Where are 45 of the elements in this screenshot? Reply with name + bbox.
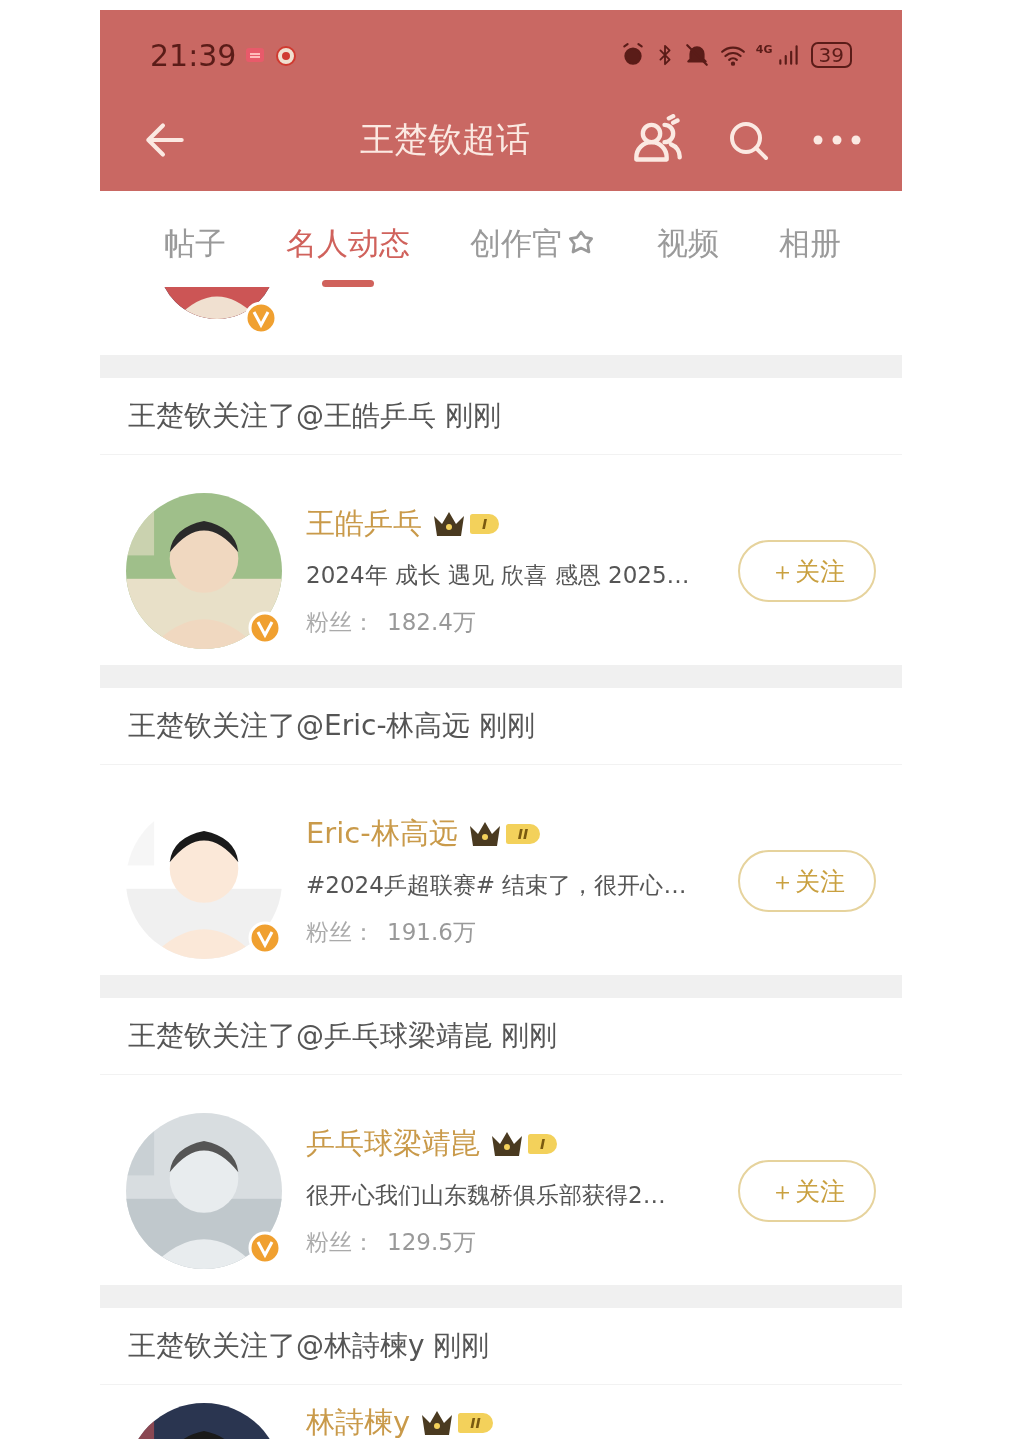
tab[interactable]: 创作官	[470, 223, 597, 287]
activity-text: 王楚钦关注了@乒乓球梁靖崑 刚刚	[100, 998, 902, 1075]
user-name[interactable]: Eric-林高远	[306, 814, 458, 854]
crown-icon	[467, 820, 502, 848]
verified-icon	[244, 301, 278, 335]
verified-icon	[248, 611, 282, 645]
fans-label: 粉丝：	[306, 1228, 375, 1257]
level-badge: II	[458, 1413, 493, 1433]
level-badge: I	[528, 1134, 558, 1154]
fans-count: 182.4万	[387, 608, 476, 637]
level-badge: I	[470, 514, 500, 534]
bio-text: #2024乒超联赛# 结束了，很开心…	[306, 871, 688, 900]
status-time: 21:39	[150, 37, 237, 73]
level-badge: II	[505, 824, 541, 844]
crown-icon	[432, 510, 466, 538]
activity-text: 王楚钦关注了@Eric-林高远 刚刚	[100, 688, 902, 765]
fans-label: 粉丝：	[306, 918, 375, 947]
user-name[interactable]: 林詩楝y	[306, 1403, 411, 1439]
muted-bell-icon	[683, 42, 710, 68]
app-notification-icon	[274, 43, 299, 67]
crown-icon	[420, 1409, 455, 1437]
network-type: 4G	[755, 42, 773, 56]
follow-button[interactable]: ＋关注	[738, 850, 876, 912]
battery-level: 39	[810, 42, 852, 68]
follow-button[interactable]: ＋关注	[738, 1160, 876, 1222]
more-icon	[812, 134, 862, 146]
verified-icon	[248, 1231, 282, 1265]
crown-icon	[490, 1130, 524, 1158]
page-title: 王楚钦超话	[360, 118, 531, 161]
tab[interactable]: 名人动态	[286, 223, 410, 287]
fans-label: 粉丝：	[306, 608, 375, 637]
fans-count: 191.6万	[387, 918, 476, 947]
fans-count: 129.5万	[387, 1228, 476, 1257]
verified-icon	[248, 921, 282, 955]
activity-text: 王楚钦关注了@林詩楝y 刚刚	[100, 1308, 902, 1385]
tab[interactable]: 帖子	[164, 223, 226, 287]
more-button[interactable]	[812, 134, 862, 146]
follow-button[interactable]: ＋关注	[738, 540, 876, 602]
bio-text: 很开心我们山东魏桥俱乐部获得2…	[306, 1181, 667, 1210]
tab[interactable]: 视频	[657, 223, 719, 287]
user-name[interactable]: 乒乓球梁靖崑	[306, 1124, 480, 1164]
bio-text: 2024年 成长 遇见 欣喜 感恩 2025…	[306, 561, 691, 590]
user-name[interactable]: 王皓乒乓	[306, 504, 422, 544]
tab[interactable]: 相册	[779, 223, 841, 287]
activity-text: 王楚钦关注了@王皓乒乓 刚刚	[100, 378, 902, 455]
